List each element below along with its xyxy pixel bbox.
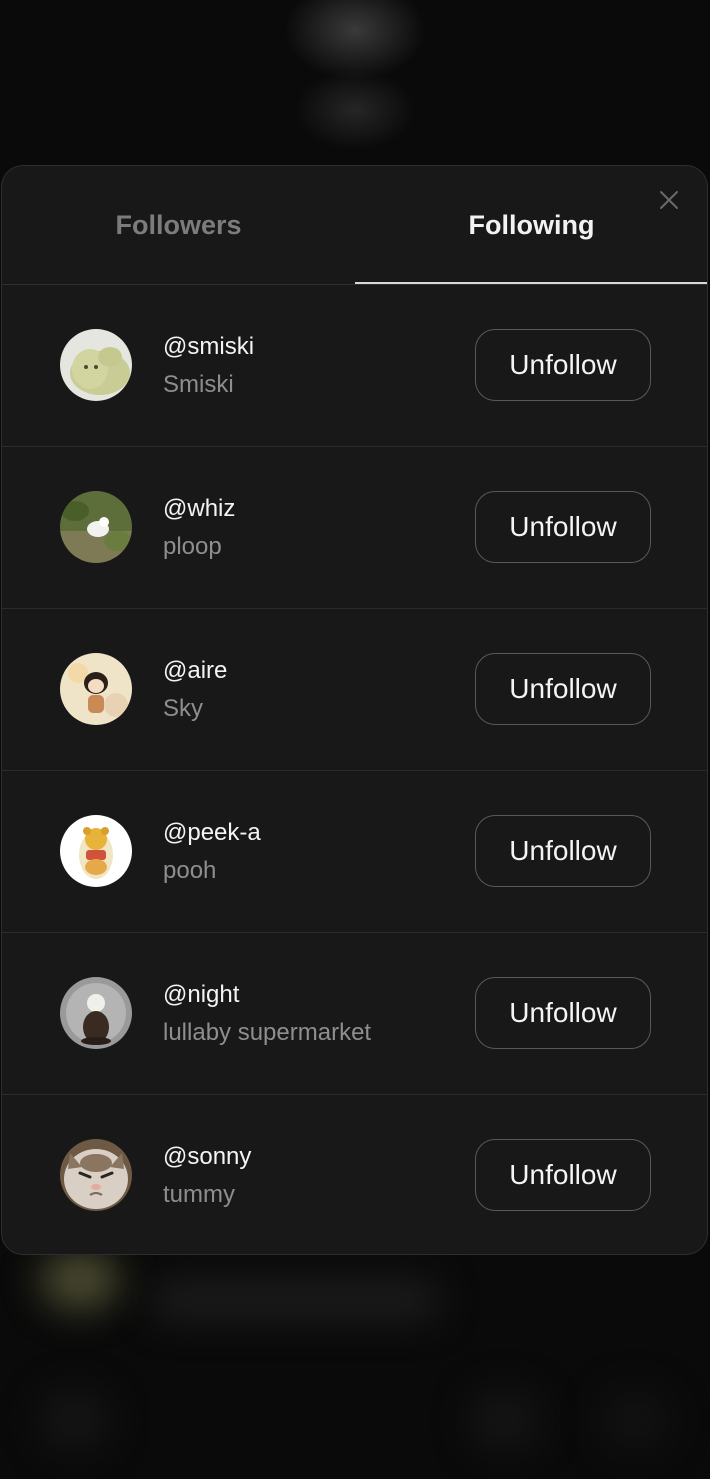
close-icon[interactable] <box>657 188 681 212</box>
list-item: @sonny tummy Unfollow <box>2 1095 707 1254</box>
user-display-name: pooh <box>163 857 217 884</box>
unfollow-button[interactable]: Unfollow <box>475 977 651 1049</box>
user-handle[interactable]: @whiz <box>163 495 235 523</box>
active-tab-indicator <box>355 282 707 284</box>
list-item: @night lullaby supermarket Unfollow <box>2 933 707 1095</box>
avatar[interactable] <box>60 653 132 725</box>
user-display-name: Smiski <box>163 371 234 398</box>
tab-followers[interactable]: Followers <box>2 166 355 284</box>
avatar[interactable] <box>60 815 132 887</box>
avatar[interactable] <box>60 977 132 1049</box>
user-handle[interactable]: @sonny <box>163 1143 251 1171</box>
list-item: @aire Sky Unfollow <box>2 609 707 771</box>
blurred-nav-icon <box>600 1390 670 1450</box>
unfollow-button[interactable]: Unfollow <box>475 815 651 887</box>
list-item: @peek-a pooh Unfollow <box>2 771 707 933</box>
tab-following[interactable]: Following <box>355 166 707 284</box>
user-handle[interactable]: @night <box>163 981 239 1009</box>
user-display-name: tummy <box>163 1181 235 1208</box>
user-handle[interactable]: @aire <box>163 657 227 685</box>
blurred-text <box>150 1280 440 1320</box>
user-display-name: ploop <box>163 533 222 560</box>
avatar[interactable] <box>60 1139 132 1211</box>
avatar[interactable] <box>60 329 132 401</box>
tab-bar: Followers Following <box>2 166 707 285</box>
unfollow-button[interactable]: Unfollow <box>475 329 651 401</box>
user-handle[interactable]: @peek-a <box>163 819 261 847</box>
unfollow-button[interactable]: Unfollow <box>475 653 651 725</box>
blurred-avatar <box>40 1250 120 1310</box>
user-handle[interactable]: @smiski <box>163 333 254 361</box>
list-item: @whiz ploop Unfollow <box>2 447 707 609</box>
blurred-nav-icon <box>40 1390 110 1450</box>
blurred-nav-icon <box>470 1390 540 1450</box>
list-item: @smiski Smiski Unfollow <box>2 285 707 447</box>
unfollow-button[interactable]: Unfollow <box>475 1139 651 1211</box>
avatar[interactable] <box>60 491 132 563</box>
unfollow-button[interactable]: Unfollow <box>475 491 651 563</box>
following-modal: Followers Following @smiski Smiski Unfol… <box>1 165 708 1255</box>
user-display-name: Sky <box>163 695 204 722</box>
following-list: @smiski Smiski Unfollow @whiz ploop Unfo… <box>2 285 707 1254</box>
user-display-name: lullaby supermarket <box>163 1019 372 1046</box>
